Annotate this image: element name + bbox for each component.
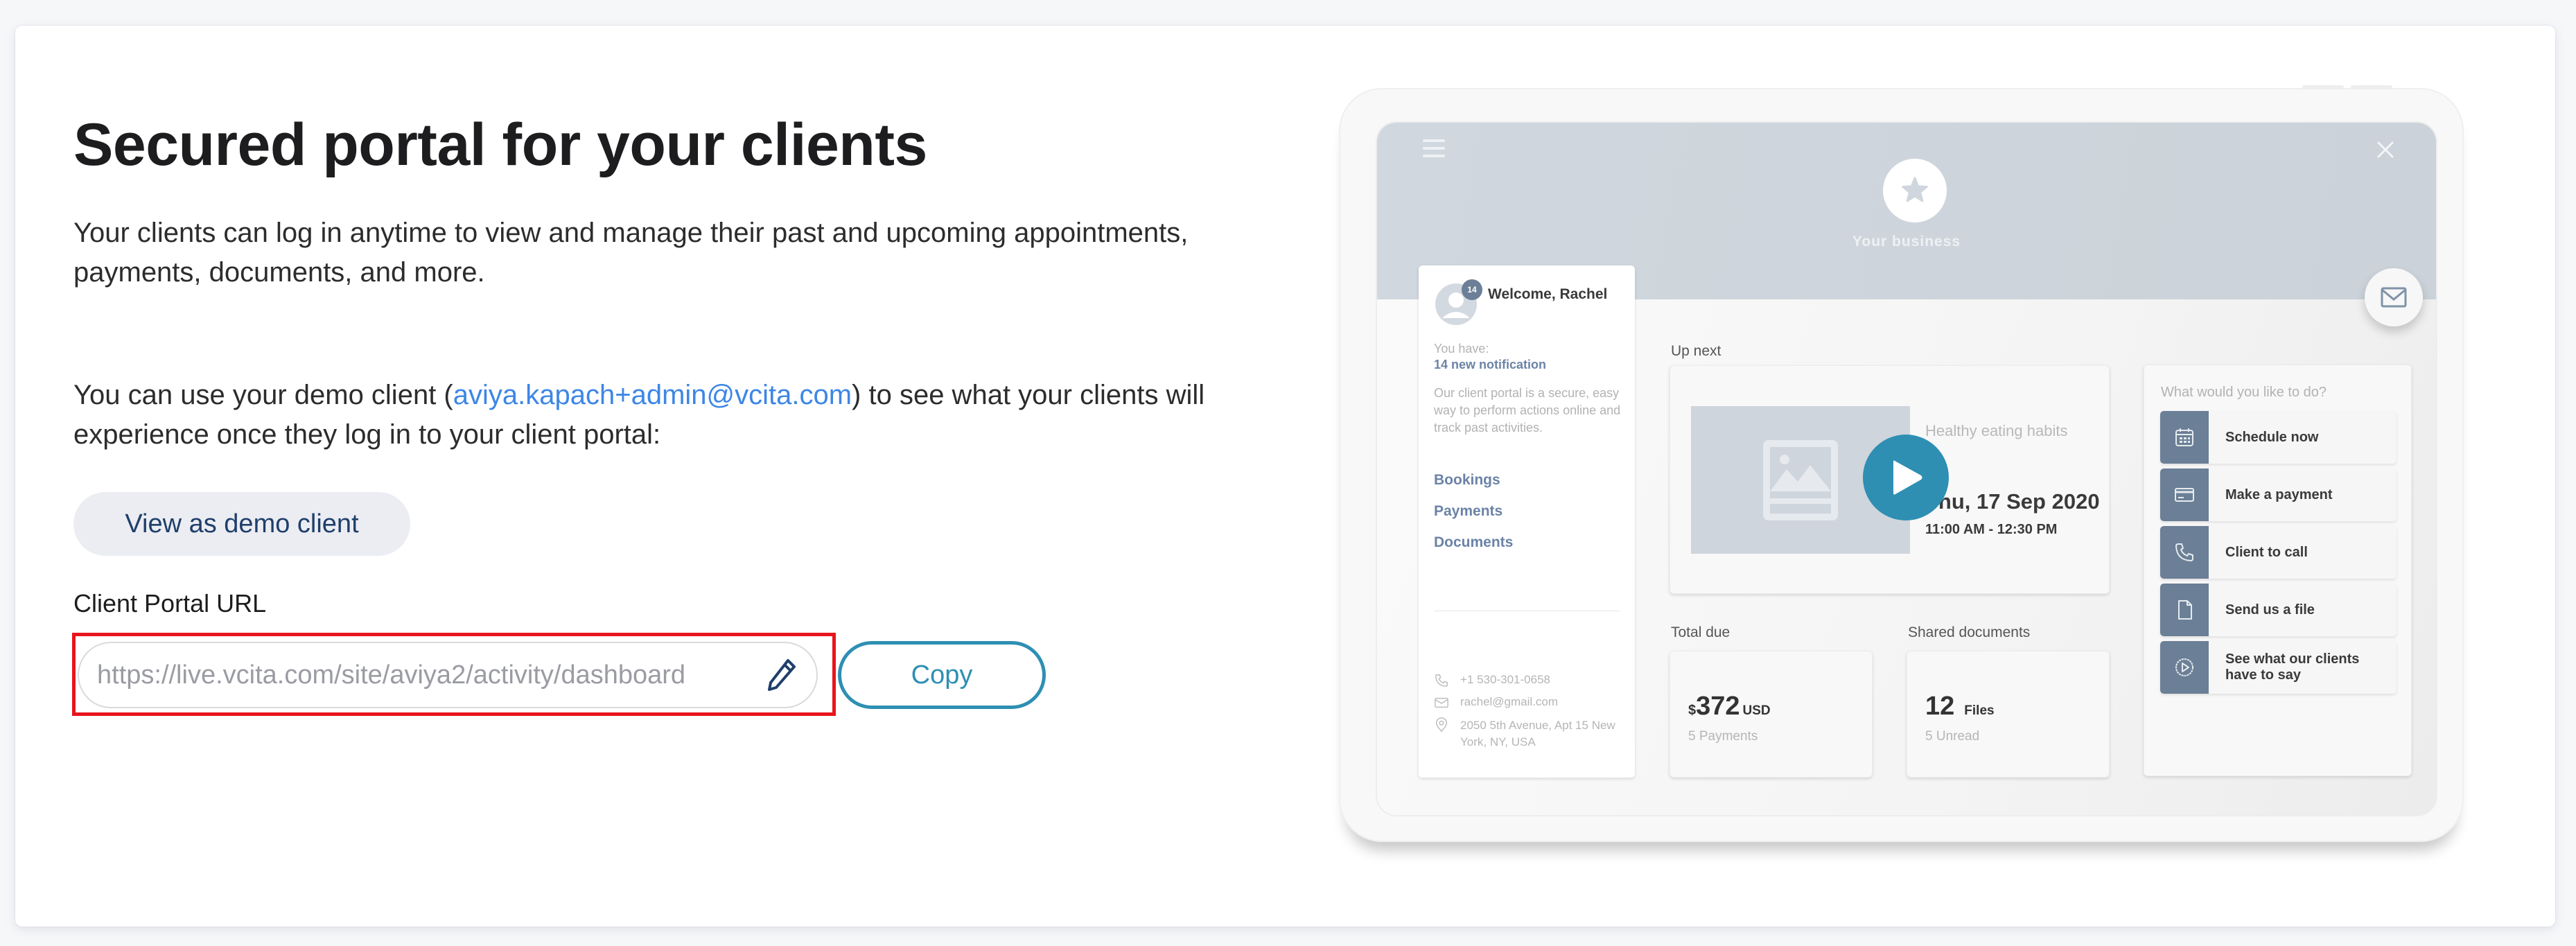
you-have-label: You have: xyxy=(1434,342,1489,356)
copy-url-button[interactable]: Copy xyxy=(838,641,1046,709)
up-next-card[interactable]: Healthy eating habits Thu, 17 Sep 2020 1… xyxy=(1670,365,2110,594)
client-portal-url-field[interactable] xyxy=(78,642,818,708)
action-send-file[interactable]: Send us a file xyxy=(2160,584,2397,636)
client-portal-url-input[interactable] xyxy=(97,660,757,690)
business-logo xyxy=(1883,159,1947,222)
files-count: 12 Files xyxy=(1925,692,1995,721)
contact-phone-text: +1 530-301-0658 xyxy=(1460,673,1550,686)
page-title: Secured portal for your clients xyxy=(73,112,927,178)
pencil-icon[interactable] xyxy=(765,657,798,693)
files-unit: Files xyxy=(1964,703,1995,718)
hamburger-menu-icon[interactable] xyxy=(1423,139,1445,159)
message-button[interactable] xyxy=(2365,268,2423,326)
sidebar-link-payments[interactable]: Payments xyxy=(1434,503,1502,520)
payments-count: 5 Payments xyxy=(1688,729,1758,744)
total-due-amount: $372 USD xyxy=(1688,692,1771,721)
up-next-label: Up next xyxy=(1671,343,1721,359)
action-see-testimonials[interactable]: See what our clients have to say xyxy=(2160,641,2397,694)
action-label: Send us a file xyxy=(2225,602,2315,617)
actions-title: What would you like to do? xyxy=(2161,385,2327,400)
action-schedule-now[interactable]: Schedule now xyxy=(2160,411,2397,464)
notifications-link[interactable]: 14 new notification xyxy=(1434,358,1546,372)
demo-text-before: You can use your demo client ( xyxy=(73,380,453,410)
currency-code: USD xyxy=(1742,703,1771,718)
event-date: Thu, 17 Sep 2020 xyxy=(1925,489,2100,514)
contact-phone: +1 530-301-0658 xyxy=(1434,673,1550,688)
tablet-hardware-button xyxy=(2302,85,2344,89)
file-icon xyxy=(2178,600,2192,620)
close-icon[interactable] xyxy=(2375,139,2396,160)
sidebar-link-bookings[interactable]: Bookings xyxy=(1434,472,1500,489)
action-client-to-call[interactable]: Client to call xyxy=(2160,526,2397,579)
play-icon xyxy=(1893,460,1922,495)
files-count-value: 12 xyxy=(1925,692,1955,721)
credit-card-icon xyxy=(2175,488,2194,502)
calendar-icon xyxy=(2175,428,2193,446)
client-portal-url-label: Client Portal URL xyxy=(73,589,267,617)
action-label: Make a payment xyxy=(2225,487,2333,502)
envelope-icon xyxy=(1435,697,1448,708)
play-video-button[interactable] xyxy=(1863,435,1949,520)
image-icon xyxy=(1763,439,1838,520)
action-make-payment[interactable]: Make a payment xyxy=(2160,468,2397,521)
phone-icon xyxy=(2175,543,2193,562)
portal-preview-screen: Your business 14 Welcome, Rachel You hav… xyxy=(1376,121,2437,816)
event-title: Healthy eating habits xyxy=(1925,422,2068,439)
action-label: See what our clients have to say xyxy=(2225,651,2360,683)
demo-client-email-link[interactable]: aviya.kapach+admin@vcita.com xyxy=(453,380,852,410)
amount-value: 372 xyxy=(1696,692,1740,721)
view-as-demo-client-button[interactable]: View as demo client xyxy=(73,492,410,556)
contact-address-text: 2050 5th Avenue, Apt 15 New York, NY, US… xyxy=(1460,719,1615,748)
actions-card: What would you like to do? Schedule now … xyxy=(2144,365,2412,776)
portal-blurb: Our client portal is a secure, easy way … xyxy=(1434,386,1621,435)
business-name: Your business xyxy=(1852,234,1961,249)
total-due-card[interactable]: $372 USD 5 Payments xyxy=(1670,651,1873,778)
sidebar-link-documents[interactable]: Documents xyxy=(1434,534,1513,551)
contact-email: rachel@gmail.com xyxy=(1434,695,1558,710)
star-icon xyxy=(1902,177,1928,202)
phone-icon xyxy=(1435,674,1448,687)
action-label: Schedule now xyxy=(2225,429,2319,445)
currency-symbol: $ xyxy=(1688,703,1697,718)
play-circle-icon xyxy=(2175,658,2193,676)
location-pin-icon xyxy=(1435,717,1448,733)
shared-documents-label: Shared documents xyxy=(1908,624,2031,640)
tablet-hardware-button xyxy=(2351,85,2392,89)
envelope-icon xyxy=(2381,287,2407,308)
event-time: 11:00 AM - 12:30 PM xyxy=(1925,522,2058,537)
unread-count: 5 Unread xyxy=(1925,729,1980,744)
total-due-label: Total due xyxy=(1671,624,1731,640)
client-sidebar-card: 14 Welcome, Rachel You have: 14 new noti… xyxy=(1419,265,1635,778)
intro-text: Your clients can log in anytime to view … xyxy=(73,218,1189,288)
notification-badge: 14 xyxy=(1462,279,1482,300)
shared-documents-card[interactable]: 12 Files 5 Unread xyxy=(1907,651,2110,778)
contact-address: 2050 5th Avenue, Apt 15 New York, NY, US… xyxy=(1434,717,1628,751)
welcome-text: Welcome, Rachel xyxy=(1488,286,1608,302)
action-label: Client to call xyxy=(2225,544,2308,560)
demo-client-text: You can use your demo client (aviya.kapa… xyxy=(73,376,1238,455)
contact-email-text: rachel@gmail.com xyxy=(1460,695,1559,708)
